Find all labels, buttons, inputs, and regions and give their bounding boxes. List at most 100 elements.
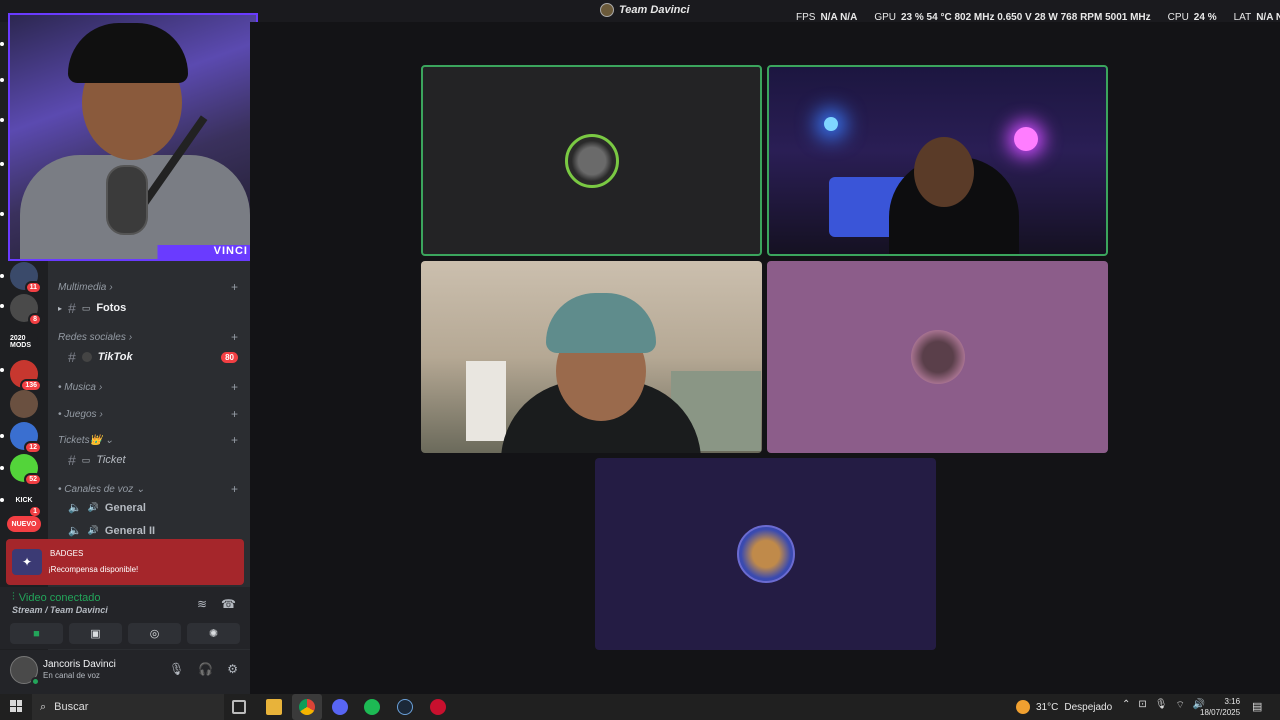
expand-icon: ▸: [58, 303, 63, 313]
channel-name: Fotos: [96, 302, 127, 314]
reward-subtitle: ¡Recompensa disponible!: [48, 565, 139, 574]
weather-temp: 31°C: [1036, 701, 1059, 713]
participant-tile-5[interactable]: [595, 458, 936, 650]
server-icon-4[interactable]: 136: [10, 360, 42, 392]
microphone: [106, 165, 148, 235]
server-label: 2020 MODS: [10, 335, 31, 349]
spotify-icon[interactable]: [364, 699, 380, 715]
category-juegos[interactable]: • Juegos ›: [58, 409, 103, 420]
speaker-icon: 🔈: [68, 525, 82, 537]
search-icon: ⌕: [40, 700, 47, 713]
channel-ticket[interactable]: # ▭ Ticket: [58, 452, 126, 468]
streamer-webcam-overlay: VINCI: [8, 13, 258, 261]
channel-name: General: [104, 501, 146, 514]
add-channel-icon[interactable]: +: [231, 407, 238, 421]
server-icon-5[interactable]: [10, 390, 38, 418]
voice-channel-path[interactable]: Stream / Team Davinci: [12, 605, 108, 615]
server-icon-7[interactable]: 52: [10, 454, 42, 486]
disconnect-icon[interactable]: ☎: [221, 597, 236, 611]
network-icon[interactable]: ⊡: [1138, 699, 1146, 712]
discord-icon[interactable]: [332, 699, 348, 715]
windows-start-icon[interactable]: [10, 700, 22, 712]
wifi-icon[interactable]: ⌔: [1175, 699, 1184, 712]
soundboard-button[interactable]: ✺: [187, 623, 240, 644]
headphones-icon[interactable]: 🎧: [198, 662, 213, 676]
speaker-icon: 🔊: [87, 502, 99, 512]
category-label: • Canales de voz: [58, 484, 134, 495]
category-musica[interactable]: • Musica ›: [58, 382, 102, 393]
speaker-icon: 🔊: [87, 525, 99, 535]
hash-icon: #: [68, 300, 76, 316]
voice-channel-general[interactable]: 🔈 🔊 General: [58, 501, 146, 515]
add-channel-icon[interactable]: +: [231, 330, 238, 344]
category-canales-de-voz[interactable]: • Canales de voz ⌄: [58, 484, 145, 495]
gamepad-icon: ◎: [149, 628, 160, 640]
speaker-icon: 🔈: [68, 502, 82, 514]
add-channel-icon[interactable]: +: [231, 280, 238, 294]
microphone-icon[interactable]: 🎙: [169, 662, 184, 676]
participant-avatar: [736, 525, 795, 583]
voice-channel-general-ii[interactable]: 🔈 🔊 General II: [58, 524, 155, 538]
category-label: Tickets👑: [58, 435, 103, 446]
participant-avatar: [564, 133, 619, 188]
camera-icon: ■: [33, 627, 40, 640]
tiktok-icon: [81, 352, 92, 362]
category-label: Redes sociales: [58, 332, 126, 343]
unread-pip: [0, 368, 4, 372]
user-status: En canal de voz: [43, 671, 100, 680]
reward-banner[interactable]: ✦ BADGES ¡Recompensa disponible!: [6, 539, 244, 585]
server-icon-2[interactable]: 8: [10, 294, 42, 326]
participant-tile-4[interactable]: [767, 261, 1108, 453]
clock[interactable]: 3:16 18/07/2025: [1200, 696, 1240, 718]
user-name[interactable]: Jancoris Davinci: [43, 659, 116, 670]
server-icon-3[interactable]: 2020 MODS: [10, 328, 38, 356]
channel-name: Ticket: [96, 454, 126, 466]
channel-tiktok[interactable]: # TikTok: [58, 349, 133, 365]
participant-tile-3[interactable]: [421, 261, 762, 453]
noise-suppression-icon[interactable]: ≋: [197, 597, 207, 611]
add-channel-icon[interactable]: +: [231, 380, 238, 394]
participant-tile-1[interactable]: [421, 65, 762, 256]
camera-button[interactable]: ■: [10, 623, 63, 644]
file-explorer-icon[interactable]: [266, 699, 282, 715]
new-server-badge[interactable]: NUEVO: [7, 516, 41, 532]
taskbar-search[interactable]: ⌕ Buscar: [32, 694, 224, 720]
category-redes-sociales[interactable]: Redes sociales ›: [58, 332, 132, 343]
screen-share-button[interactable]: ▣: [69, 623, 122, 644]
channel-fotos[interactable]: ▸ # ▭ Fotos: [58, 300, 126, 316]
chevron-up-icon[interactable]: ⌃: [1122, 699, 1130, 712]
chevron-right-icon: ›: [99, 409, 103, 420]
server-badge: 8: [28, 313, 42, 326]
add-channel-icon[interactable]: +: [231, 482, 238, 496]
mention-badge: 80: [221, 352, 238, 363]
server-icon-kick[interactable]: KICK 1: [10, 486, 42, 518]
gear-icon[interactable]: ⚙: [227, 662, 238, 676]
task-view-icon[interactable]: [232, 700, 246, 714]
reward-icon: ✦: [12, 549, 42, 575]
system-tray: ⌃ ⊡ 🎙 ⌔ 🔊: [1122, 699, 1205, 712]
server-icon-6[interactable]: 12: [10, 422, 42, 454]
microphone-icon[interactable]: 🎙: [1155, 699, 1168, 712]
server-badge: 11: [24, 281, 42, 294]
steam-icon[interactable]: [397, 699, 413, 715]
chrome-icon[interactable]: [299, 699, 315, 715]
category-tickets[interactable]: Tickets👑 ⌄: [58, 435, 113, 446]
app-icon[interactable]: [430, 699, 446, 715]
category-multimedia[interactable]: Multimedia ›: [58, 282, 113, 293]
sun-icon: [1016, 700, 1030, 714]
participant-tile-2[interactable]: [767, 65, 1108, 256]
lamp: [824, 117, 838, 131]
category-label: Multimedia: [58, 282, 107, 293]
soundboard-icon: ✺: [208, 628, 219, 640]
weather-widget[interactable]: 31°C Despejado: [1016, 700, 1112, 714]
chat-bubble-icon: ▭: [81, 454, 91, 465]
activities-button[interactable]: ◎: [128, 623, 181, 644]
add-channel-icon[interactable]: +: [231, 433, 238, 447]
channel-name: TikTok: [97, 351, 133, 363]
server-icon-1[interactable]: 11: [10, 262, 42, 294]
window-title-text: Team Davinci: [619, 4, 690, 16]
new-label: NUEVO: [11, 520, 37, 528]
notification-icon[interactable]: ▤: [1252, 700, 1262, 713]
video-person-head: [914, 137, 974, 207]
server-badge: 52: [24, 473, 42, 486]
